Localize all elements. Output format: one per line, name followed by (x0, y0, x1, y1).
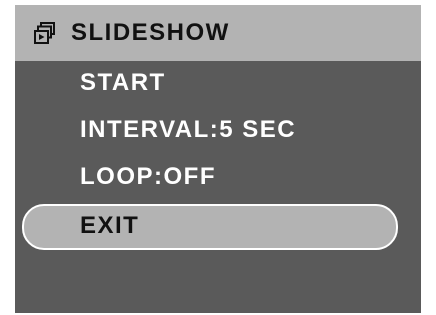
menu-item-start[interactable]: START (80, 68, 166, 98)
menu-item-loop[interactable]: LOOP:OFF (80, 162, 216, 192)
menu-item-interval[interactable]: INTERVAL:5 SEC (80, 115, 296, 145)
menu-item-exit[interactable]: EXIT (80, 211, 139, 241)
selection-highlight (22, 204, 398, 250)
menu-header: SLIDESHOW (15, 5, 421, 61)
menu-title: SLIDESHOW (71, 19, 230, 46)
camera-menu-screen: SLIDESHOW START INTERVAL:5 SEC LOOP:OFF … (15, 5, 421, 313)
slideshow-icon (34, 22, 55, 44)
